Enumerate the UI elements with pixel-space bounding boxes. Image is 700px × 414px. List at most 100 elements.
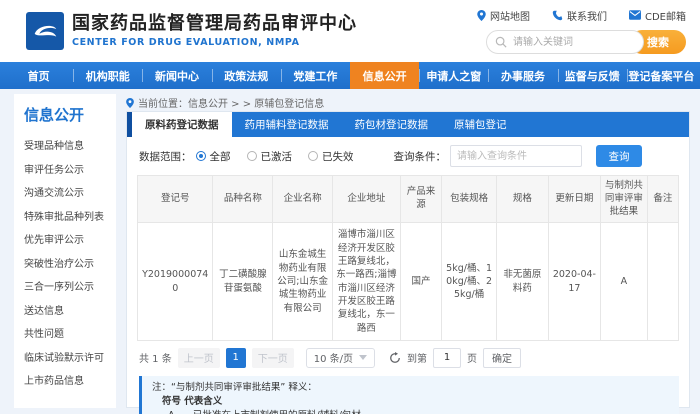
main-nav: 首页 机构职能 新闻中心 政策法规 党建工作 信息公开 申请人之窗 办事服务 监… [0, 62, 700, 89]
site-title: 国家药品监督管理局药品审评中心 [72, 14, 357, 35]
sitemap-label: 网站地图 [490, 8, 530, 23]
registration-table: 登记号 品种名称 企业名称 企业地址 产品来源 包装规格 规格 更新日期 与制剂… [137, 175, 679, 341]
refresh-icon[interactable] [389, 352, 401, 364]
sidebar-item[interactable]: 上市药品信息 [24, 370, 108, 394]
table-header-cell: 与制剂共同审评审批结果 [600, 176, 647, 223]
query-label: 查询条件： [394, 149, 447, 164]
query-input[interactable] [450, 145, 582, 167]
pagination: 共 1 条 上一页 1 下一页 10 条/页 到第 页 确定 [127, 341, 689, 372]
next-page-button[interactable]: 下一页 [252, 348, 294, 368]
nav-item-home[interactable]: 首页 [4, 62, 73, 89]
tab-api-registration[interactable]: 原料药登记数据 [132, 112, 232, 137]
pagination-total: 共 1 条 [139, 350, 172, 365]
nav-item-registration-platform[interactable]: 登记备案平台 [627, 62, 696, 89]
note-meaning: 已批准在上市制剂使用的原料/辅料/包材。 [193, 410, 370, 414]
sidebar-item[interactable]: 审评任务公示 [24, 159, 108, 183]
table-cell-variety-name: 丁二磺酸腺苷蛋氨酸 [213, 223, 273, 340]
goto-suffix: 页 [467, 350, 477, 365]
note-column-header: 符号 代表含义 [162, 395, 669, 409]
table-header-cell: 备注 [647, 176, 678, 223]
mail-link[interactable]: CDE邮箱 [629, 8, 686, 23]
sidebar-item[interactable]: 受理品种信息 [24, 135, 108, 159]
envelope-icon [629, 10, 641, 20]
tab-apie-registration[interactable]: 原辅包登记 [441, 112, 520, 137]
keyword-search-input[interactable] [486, 30, 644, 54]
nav-item-applicant-window[interactable]: 申请人之窗 [419, 62, 488, 89]
table-cell-update-date: 2020-04-17 [548, 223, 600, 340]
search-box [486, 30, 644, 55]
tab-bar: 原料药登记数据 药用辅料登记数据 药包材登记数据 原辅包登记 [127, 112, 689, 137]
sidebar-item[interactable]: 送达信息 [24, 300, 108, 324]
table-cell-company-name: 山东金城生物药业有限公司;山东金城生物药业有限公司 [273, 223, 333, 340]
header-search: 搜索 [486, 30, 686, 55]
tab-excipient-registration[interactable]: 药用辅料登记数据 [232, 112, 342, 137]
content-area: 信息公开 受理品种信息 审评任务公示 沟通交流公示 特殊审批品种列表 优先审评公… [0, 89, 700, 414]
sidebar-item[interactable]: 特殊审批品种列表 [24, 206, 108, 230]
search-icon [495, 36, 507, 48]
cde-logo [26, 12, 64, 50]
sitemap-link[interactable]: 网站地图 [477, 8, 530, 23]
nav-item-party[interactable]: 党建工作 [281, 62, 350, 89]
scope-label: 数据范围： [139, 149, 192, 164]
table-cell-registration-no: Y20190000740 [138, 223, 213, 340]
radio-dot-icon [247, 151, 257, 161]
note-symbol: A [168, 409, 190, 414]
table-row: Y20190000740 丁二磺酸腺苷蛋氨酸 山东金城生物药业有限公司;山东金城… [138, 223, 679, 340]
scope-radio-group: 全部 已激活 已失效 [196, 149, 354, 164]
page-size-select[interactable]: 10 条/页 [306, 348, 375, 368]
note-box: 注：“与制剂共同审评审批结果” 释义： 符号 代表含义 A 已批准在上市制剂使用… [139, 376, 679, 414]
nav-item-news[interactable]: 新闻中心 [142, 62, 211, 89]
nav-item-info-disclosure[interactable]: 信息公开 [350, 62, 419, 89]
phone-icon [552, 10, 563, 21]
filter-row: 数据范围： 全部 已激活 已失效 [127, 137, 689, 173]
sidebar-item[interactable]: 共性问题 [24, 323, 108, 347]
contact-link[interactable]: 联系我们 [552, 8, 607, 23]
nav-item-policy[interactable]: 政策法规 [212, 62, 281, 89]
contact-label: 联系我们 [567, 8, 607, 23]
radio-expired[interactable]: 已失效 [308, 149, 354, 164]
table-cell-spec: 非无菌原料药 [496, 223, 548, 340]
table-cell-remark [647, 223, 678, 340]
tab-packaging-registration[interactable]: 药包材登记数据 [342, 112, 442, 137]
radio-all[interactable]: 全部 [196, 149, 231, 164]
goto-confirm-button[interactable]: 确定 [483, 348, 521, 368]
page: 国家药品监督管理局药品审评中心 CENTER FOR DRUG EVALUATI… [0, 0, 700, 414]
quick-links: 网站地图 联系我们 CDE邮箱 [477, 8, 686, 23]
sidebar: 信息公开 受理品种信息 审评任务公示 沟通交流公示 特殊审批品种列表 优先审评公… [14, 94, 116, 408]
radio-all-label: 全部 [210, 149, 231, 164]
sidebar-item[interactable]: 优先审评公示 [24, 229, 108, 253]
radio-expired-label: 已失效 [322, 149, 354, 164]
table-header-cell: 企业地址 [333, 176, 401, 223]
table-cell-company-address: 淄博市淄川区经济开发区胶王路复线北，东一路西;淄博市淄川区经济开发区胶王路复线北… [333, 223, 401, 340]
goto-page-input[interactable] [433, 348, 461, 368]
table-header-row: 登记号 品种名称 企业名称 企业地址 产品来源 包装规格 规格 更新日期 与制剂… [138, 176, 679, 223]
nav-item-organization[interactable]: 机构职能 [73, 62, 142, 89]
site-subtitle: CENTER FOR DRUG EVALUATION, NMPA [72, 37, 357, 48]
prev-page-button[interactable]: 上一页 [178, 348, 220, 368]
query-button[interactable]: 查询 [596, 145, 642, 167]
nav-item-services[interactable]: 办事服务 [488, 62, 557, 89]
goto-label: 到第 [407, 350, 427, 365]
main-column: 当前位置：信息公开 > > 原辅包登记信息 原料药登记数据 药用辅料登记数据 药… [126, 94, 690, 408]
breadcrumb-text: 当前位置：信息公开 > > 原辅包登记信息 [138, 95, 324, 110]
page-number-1[interactable]: 1 [226, 348, 246, 368]
table-header-cell: 登记号 [138, 176, 213, 223]
sidebar-item[interactable]: 临床试验默示许可 [24, 347, 108, 371]
sidebar-item[interactable]: 突破性治疗公示 [24, 253, 108, 277]
header-right: 网站地图 联系我们 CDE邮箱 搜索 [477, 8, 686, 55]
radio-activated[interactable]: 已激活 [247, 149, 293, 164]
nav-item-supervision-feedback[interactable]: 监督与反馈 [558, 62, 627, 89]
table-header-cell: 产品来源 [400, 176, 442, 223]
page-size-value: 10 条/页 [314, 350, 353, 365]
brand-text: 国家药品监督管理局药品审评中心 CENTER FOR DRUG EVALUATI… [72, 14, 357, 48]
sidebar-item[interactable]: 三合一序列公示 [24, 276, 108, 300]
note-title: 注：“与制剂共同审评审批结果” 释义： [152, 381, 669, 395]
table-header-cell: 更新日期 [548, 176, 600, 223]
location-pin-icon [126, 98, 134, 108]
location-pin-icon [477, 10, 486, 21]
sidebar-item[interactable]: 沟通交流公示 [24, 182, 108, 206]
mail-label: CDE邮箱 [645, 8, 686, 23]
sidebar-title: 信息公开 [24, 104, 108, 125]
brand: 国家药品监督管理局药品审评中心 CENTER FOR DRUG EVALUATI… [26, 12, 357, 50]
radio-dot-icon [308, 151, 318, 161]
